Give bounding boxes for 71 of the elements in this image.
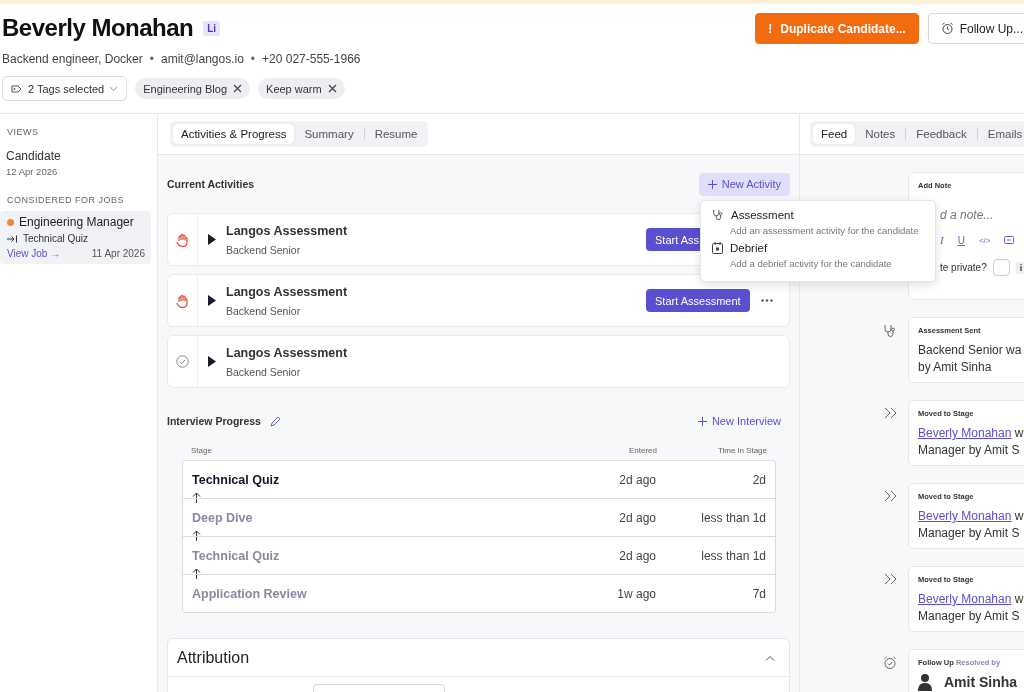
tab[interactable]: Feedback [908, 124, 975, 144]
phone: +20 027-555-1966 [262, 52, 361, 66]
section-title: Current Activities [167, 178, 255, 190]
separator: • [250, 52, 256, 66]
entered-cell-text: 2d ago [618, 510, 656, 525]
new-interview-button[interactable]: New Interview [688, 415, 790, 427]
start-assessment-button[interactable]: Start Assessment [646, 289, 750, 312]
view-title[interactable]: Candidate [6, 149, 151, 163]
activity-title: Langos Assessment [226, 284, 349, 299]
feed-text: Backend Senior wa [918, 343, 1023, 357]
entered-cell-text: 2d ago [618, 472, 656, 487]
view-date: 12 Apr 2026 [6, 166, 59, 177]
job-card[interactable]: Engineering Manager Technical Quiz View Job → 11 Apr 2026 [0, 211, 151, 264]
job-title: Engineering Manager [19, 215, 134, 229]
feed-text: Manager by Amit S [918, 526, 1021, 540]
email: amit@langos.io [160, 52, 244, 66]
tab[interactable]: Emails [979, 124, 1024, 144]
activity-subtitle: Backend Senior [226, 304, 302, 317]
column-header: Entered [627, 446, 657, 455]
entered-cell-text: 2d ago [618, 548, 656, 563]
activity-subtitle: Backend Senior [226, 365, 302, 378]
feed-text: Manager by Amit S [918, 443, 1021, 457]
tab[interactable]: Notes [857, 124, 904, 144]
feed-text: w [1014, 426, 1024, 440]
time-in-stage-cell-text: 2d [751, 472, 766, 487]
tab[interactable]: Resume [366, 124, 426, 144]
time-in-stage-cell-text: less than 1d [700, 548, 766, 563]
tab[interactable]: Summary [296, 124, 362, 144]
time-in-stage-cell-text: 7d [751, 586, 766, 601]
view-job-link[interactable]: View Job → [7, 248, 61, 259]
stage-name: Deep Dive [192, 510, 254, 525]
format-button[interactable]: </> [978, 235, 991, 245]
follow-up-button[interactable]: Follow Up... [927, 13, 1024, 44]
format-button[interactable]: U [957, 234, 965, 246]
section-title: Interview Progress [167, 415, 261, 427]
tag-label: Engineering Blog [143, 82, 228, 95]
job-stage: Technical Quiz [23, 233, 89, 244]
stage-name: Technical Quiz [192, 472, 281, 487]
job-date: 11 Apr 2026 [91, 248, 145, 259]
person-name: Amit Sinha [944, 674, 1018, 690]
format-button[interactable]: I [940, 234, 944, 246]
column-header: Time in Stage [716, 446, 767, 455]
candidate-link[interactable]: Beverly Monahan [918, 426, 1012, 440]
tab[interactable]: Activities & Progress [173, 124, 295, 144]
info-badge[interactable]: i [1015, 261, 1024, 274]
feed-text: by Amit Sinha [918, 360, 993, 374]
tag-label: Keep warm [266, 82, 322, 95]
linkedin-badge[interactable]: Li [203, 20, 221, 36]
tab[interactable]: Feed [813, 124, 856, 144]
candidate-name: Beverly Monahan [2, 14, 194, 42]
section-heading: VIEWS [6, 127, 40, 137]
entered-cell-text: 1w ago [616, 586, 656, 601]
feed-text: w [1014, 509, 1024, 523]
new-activity-button[interactable]: New Activity [698, 172, 790, 196]
separator: • [149, 52, 154, 66]
panel-title: Attribution [177, 648, 250, 667]
feed-text: Manager by Amit S [918, 609, 1021, 623]
column-header: Stage [191, 446, 213, 455]
stage-name: Application Review [192, 586, 308, 601]
stage-name: Technical Quiz [192, 548, 281, 563]
headline: Backend engineer, Docker [2, 52, 143, 66]
tags-dropdown[interactable]: 2 Tags selected [2, 76, 128, 101]
candidate-link[interactable]: Beverly Monahan [918, 509, 1012, 523]
activity-title: Langos Assessment [226, 223, 349, 238]
time-in-stage-cell-text: less than 1d [700, 510, 766, 525]
candidate-link[interactable]: Beverly Monahan [918, 592, 1012, 606]
private-label: te private? [940, 262, 987, 273]
feed-text: w [1014, 592, 1024, 606]
activity-title: Langos Assessment [226, 345, 349, 360]
section-heading: CONSIDERED FOR JOBS [6, 195, 125, 205]
activity-subtitle: Backend Senior [226, 243, 302, 256]
